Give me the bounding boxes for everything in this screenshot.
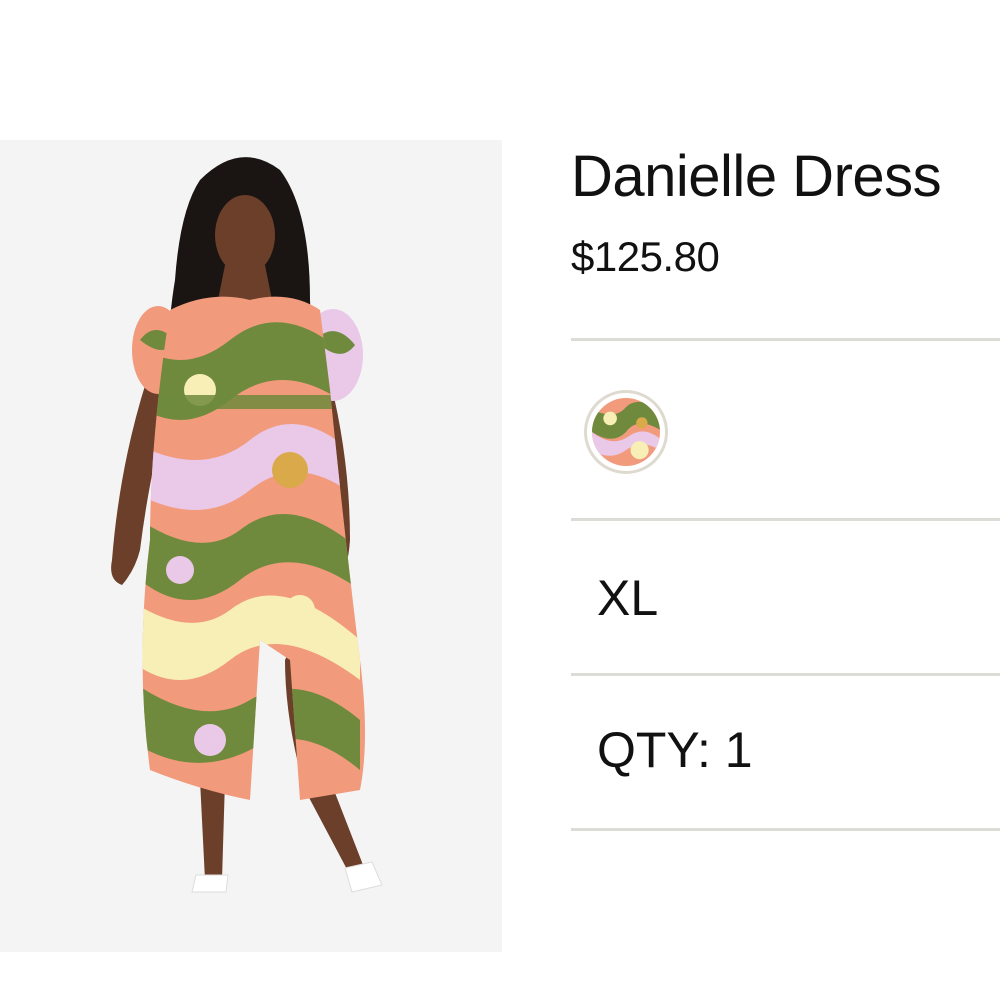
divider xyxy=(571,673,1000,676)
product-price: $125.80 xyxy=(571,233,720,280)
product-details: Danielle Dress $125.80 XL QTY: 1 xyxy=(571,140,1000,840)
model-photo-illustration xyxy=(0,140,502,952)
size-selector[interactable]: XL xyxy=(597,573,658,623)
divider xyxy=(571,338,1000,341)
color-swatch-button[interactable] xyxy=(584,390,668,474)
swirl-print-swatch-icon xyxy=(592,398,660,466)
quantity-selector[interactable]: QTY: 1 xyxy=(597,725,753,775)
divider xyxy=(571,828,1000,831)
divider xyxy=(571,518,1000,521)
product-image[interactable] xyxy=(0,140,502,952)
product-title: Danielle Dress xyxy=(571,144,942,209)
